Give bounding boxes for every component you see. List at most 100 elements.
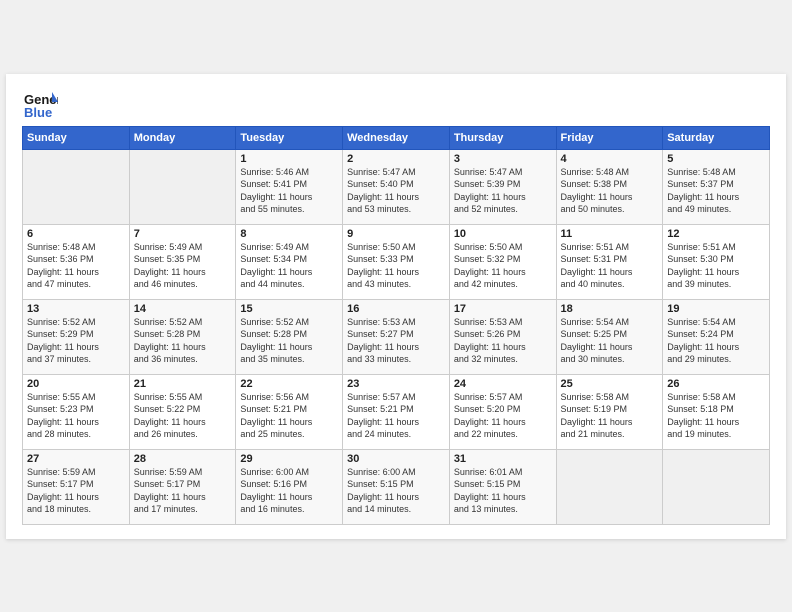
calendar-cell: 10 Sunrise: 5:50 AMSunset: 5:32 PMDayligh… — [449, 224, 556, 299]
day-headers-row: SundayMondayTuesdayWednesdayThursdayFrid… — [23, 126, 770, 149]
calendar-cell: 11 Sunrise: 5:51 AMSunset: 5:31 PMDayligh… — [556, 224, 663, 299]
day-number: 10 — [454, 228, 552, 240]
day-number: 14 — [134, 303, 232, 315]
calendar-cell: 30 Sunrise: 6:00 AMSunset: 5:15 PMDayligh… — [343, 449, 450, 524]
day-number: 6 — [27, 228, 125, 240]
day-number: 23 — [347, 378, 445, 390]
calendar-cell: 29 Sunrise: 6:00 AMSunset: 5:16 PMDayligh… — [236, 449, 343, 524]
calendar-cell: 9Sunrise: 5:50 AMSunset: 5:33 PMDaylight… — [343, 224, 450, 299]
calendar-cell: 15Sunrise: 5:52 AMSunset: 5:28 PMDayligh… — [236, 299, 343, 374]
week-row-4: 20 Sunrise: 5:55 AMSunset: 5:23 PMDayligh… — [23, 374, 770, 449]
day-number: 30 — [347, 453, 445, 465]
day-info: Sunrise: 5:54 AMSunset: 5:25 PMDaylight:… — [561, 317, 633, 365]
calendar-cell: 20 Sunrise: 5:55 AMSunset: 5:23 PMDayligh… — [23, 374, 130, 449]
day-number: 27 — [27, 453, 125, 465]
week-row-1: 1 Sunrise: 5:46 AMSunset: 5:41 PMDaylight… — [23, 149, 770, 224]
day-info: Sunrise: 5:49 AMSunset: 5:34 PMDaylight:… — [240, 242, 312, 290]
day-number: 26 — [667, 378, 765, 390]
day-info: Sunrise: 5:58 AMSunset: 5:18 PMDaylight:… — [667, 392, 739, 440]
day-number: 31 — [454, 453, 552, 465]
day-info: Sunrise: 5:51 AMSunset: 5:30 PMDaylight:… — [667, 242, 739, 290]
calendar-cell — [23, 149, 130, 224]
day-number: 11 — [561, 228, 659, 240]
day-number: 18 — [561, 303, 659, 315]
week-row-5: 27 Sunrise: 5:59 AMSunset: 5:17 PMDayligh… — [23, 449, 770, 524]
calendar-cell: 26 Sunrise: 5:58 AMSunset: 5:18 PMDayligh… — [663, 374, 770, 449]
day-number: 5 — [667, 153, 765, 165]
day-number: 3 — [454, 153, 552, 165]
day-info: Sunrise: 5:59 AMSunset: 5:17 PMDaylight:… — [134, 467, 206, 515]
day-info: Sunrise: 5:50 AMSunset: 5:33 PMDaylight:… — [347, 242, 419, 290]
day-info: Sunrise: 5:54 AMSunset: 5:24 PMDaylight:… — [667, 317, 739, 365]
day-number: 4 — [561, 153, 659, 165]
day-info: Sunrise: 5:59 AMSunset: 5:17 PMDaylight:… — [27, 467, 99, 515]
day-info: Sunrise: 5:53 AMSunset: 5:26 PMDaylight:… — [454, 317, 526, 365]
day-info: Sunrise: 5:48 AMSunset: 5:37 PMDaylight:… — [667, 167, 739, 215]
day-number: 16 — [347, 303, 445, 315]
day-number: 12 — [667, 228, 765, 240]
day-number: 2 — [347, 153, 445, 165]
day-info: Sunrise: 5:55 AMSunset: 5:22 PMDaylight:… — [134, 392, 206, 440]
calendar-cell: 5 Sunrise: 5:48 AMSunset: 5:37 PMDaylight… — [663, 149, 770, 224]
day-number: 17 — [454, 303, 552, 315]
calendar-cell — [129, 149, 236, 224]
calendar-cell: 24 Sunrise: 5:57 AMSunset: 5:20 PMDayligh… — [449, 374, 556, 449]
day-info: Sunrise: 5:53 AMSunset: 5:27 PMDaylight:… — [347, 317, 419, 365]
day-number: 19 — [667, 303, 765, 315]
day-info: Sunrise: 5:57 AMSunset: 5:20 PMDaylight:… — [454, 392, 526, 440]
calendar-header: General Blue — [22, 84, 770, 120]
day-number: 13 — [27, 303, 125, 315]
day-number: 25 — [561, 378, 659, 390]
day-info: Sunrise: 5:55 AMSunset: 5:23 PMDaylight:… — [27, 392, 99, 440]
day-info: Sunrise: 5:47 AMSunset: 5:39 PMDaylight:… — [454, 167, 526, 215]
week-row-2: 6Sunrise: 5:48 AMSunset: 5:36 PMDaylight… — [23, 224, 770, 299]
calendar-cell: 22 Sunrise: 5:56 AMSunset: 5:21 PMDayligh… — [236, 374, 343, 449]
week-row-3: 13Sunrise: 5:52 AMSunset: 5:29 PMDayligh… — [23, 299, 770, 374]
calendar-cell: 1 Sunrise: 5:46 AMSunset: 5:41 PMDaylight… — [236, 149, 343, 224]
day-info: Sunrise: 6:00 AMSunset: 5:15 PMDaylight:… — [347, 467, 419, 515]
day-info: Sunrise: 5:57 AMSunset: 5:21 PMDaylight:… — [347, 392, 419, 440]
calendar-cell: 17 Sunrise: 5:53 AMSunset: 5:26 PMDayligh… — [449, 299, 556, 374]
calendar-cell: 6Sunrise: 5:48 AMSunset: 5:36 PMDaylight… — [23, 224, 130, 299]
calendar-cell: 8 Sunrise: 5:49 AMSunset: 5:34 PMDaylight… — [236, 224, 343, 299]
calendar-cell: 23 Sunrise: 5:57 AMSunset: 5:21 PMDayligh… — [343, 374, 450, 449]
calendar-cell: 16 Sunrise: 5:53 AMSunset: 5:27 PMDayligh… — [343, 299, 450, 374]
day-info: Sunrise: 5:58 AMSunset: 5:19 PMDaylight:… — [561, 392, 633, 440]
svg-text:Blue: Blue — [24, 105, 52, 120]
day-number: 24 — [454, 378, 552, 390]
calendar-cell — [663, 449, 770, 524]
day-info: Sunrise: 5:56 AMSunset: 5:21 PMDaylight:… — [240, 392, 312, 440]
calendar-cell: 25 Sunrise: 5:58 AMSunset: 5:19 PMDayligh… — [556, 374, 663, 449]
day-number: 29 — [240, 453, 338, 465]
day-header-tuesday: Tuesday — [236, 126, 343, 149]
calendar-cell: 28 Sunrise: 5:59 AMSunset: 5:17 PMDayligh… — [129, 449, 236, 524]
calendar-cell: 31Sunrise: 6:01 AMSunset: 5:15 PMDayligh… — [449, 449, 556, 524]
day-info: Sunrise: 5:52 AMSunset: 5:28 PMDaylight:… — [134, 317, 206, 365]
day-header-wednesday: Wednesday — [343, 126, 450, 149]
day-info: Sunrise: 5:50 AMSunset: 5:32 PMDaylight:… — [454, 242, 526, 290]
day-info: Sunrise: 5:48 AMSunset: 5:38 PMDaylight:… — [561, 167, 633, 215]
logo-icon: General Blue — [22, 84, 58, 120]
calendar-cell: 21 Sunrise: 5:55 AMSunset: 5:22 PMDayligh… — [129, 374, 236, 449]
calendar-cell — [556, 449, 663, 524]
day-number: 21 — [134, 378, 232, 390]
calendar-cell: 13Sunrise: 5:52 AMSunset: 5:29 PMDayligh… — [23, 299, 130, 374]
calendar-cell: 7Sunrise: 5:49 AMSunset: 5:35 PMDaylight… — [129, 224, 236, 299]
day-number: 20 — [27, 378, 125, 390]
calendar-container: General Blue SundayMondayTuesdayWednesda… — [6, 74, 786, 539]
day-info: Sunrise: 5:47 AMSunset: 5:40 PMDaylight:… — [347, 167, 419, 215]
calendar-cell: 12 Sunrise: 5:51 AMSunset: 5:30 PMDayligh… — [663, 224, 770, 299]
day-info: Sunrise: 5:46 AMSunset: 5:41 PMDaylight:… — [240, 167, 312, 215]
day-number: 15 — [240, 303, 338, 315]
day-header-monday: Monday — [129, 126, 236, 149]
day-info: Sunrise: 5:51 AMSunset: 5:31 PMDaylight:… — [561, 242, 633, 290]
day-header-thursday: Thursday — [449, 126, 556, 149]
day-number: 1 — [240, 153, 338, 165]
day-number: 22 — [240, 378, 338, 390]
calendar-table: SundayMondayTuesdayWednesdayThursdayFrid… — [22, 126, 770, 525]
day-info: Sunrise: 5:49 AMSunset: 5:35 PMDaylight:… — [134, 242, 206, 290]
logo: General Blue — [22, 84, 62, 120]
day-number: 8 — [240, 228, 338, 240]
day-info: Sunrise: 6:00 AMSunset: 5:16 PMDaylight:… — [240, 467, 312, 515]
day-number: 28 — [134, 453, 232, 465]
